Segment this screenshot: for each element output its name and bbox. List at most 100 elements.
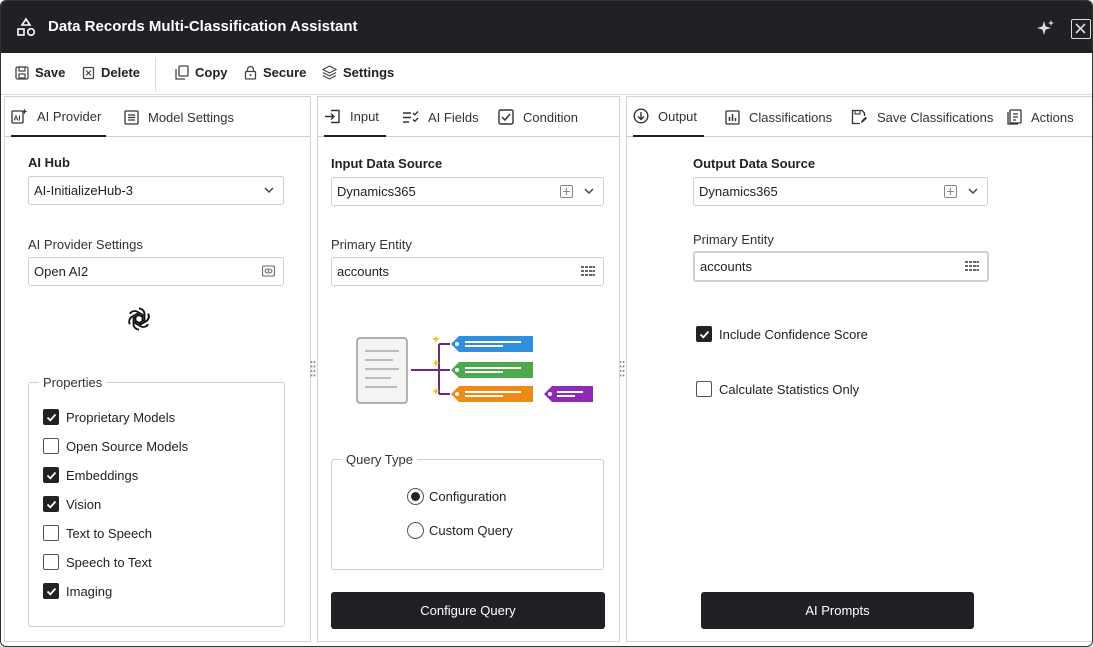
checkbox-box (43, 525, 59, 541)
primary-entity-value: accounts (337, 264, 390, 279)
checkbox-label: Calculate Statistics Only (719, 381, 860, 397)
checkbox-imaging[interactable]: Imaging (43, 583, 112, 599)
tab-input[interactable]: Input (324, 97, 386, 137)
output-primary-entity-field[interactable]: accounts (693, 251, 989, 282)
properties-legend: Properties (39, 375, 107, 390)
primary-entity-field[interactable]: accounts (331, 257, 604, 286)
radio-custom-query[interactable]: Custom Query (407, 522, 513, 539)
checkbox-calculate-statistics-only[interactable]: Calculate Statistics Only (696, 381, 859, 397)
tab-model-settings[interactable]: Model Settings (124, 97, 234, 137)
openai-logo-icon (128, 307, 150, 331)
tab-output[interactable]: Output (633, 97, 705, 137)
copy-icon (175, 65, 189, 80)
ai-provider-settings-label: AI Provider Settings (28, 237, 143, 252)
ai-hub-select[interactable]: AI-InitializeHub-3 (28, 176, 284, 205)
checkbox-box (696, 381, 712, 397)
check-icon (46, 413, 56, 422)
query-type-group (331, 459, 604, 570)
window-title: Data Records Multi-Classification Assist… (48, 18, 358, 35)
plus-square-icon[interactable] (560, 185, 573, 198)
radio-label: Custom Query (429, 523, 513, 538)
checkbox-box (43, 409, 59, 425)
settings-button[interactable]: Settings (322, 65, 394, 80)
input-data-source-select[interactable]: Dynamics365 (331, 177, 604, 206)
ai-sparkle-icon[interactable] (1036, 18, 1056, 38)
checkbox-square-icon (498, 109, 514, 125)
checkbox-box (43, 554, 59, 570)
checkbox-proprietary-models[interactable]: Proprietary Models (43, 409, 175, 425)
input-data-source-label: Input Data Source (331, 156, 443, 171)
lock-icon (244, 65, 257, 80)
tab-condition-label: Condition (523, 109, 578, 125)
check-icon (46, 587, 56, 596)
chevron-down-icon (968, 188, 978, 195)
checkbox-embeddings[interactable]: Embeddings (43, 467, 138, 483)
keypad-grid-icon[interactable] (965, 260, 979, 272)
left-tab-bar: AI AI Provider Model Settings (5, 97, 310, 137)
copy-label: Copy (195, 65, 228, 80)
close-button[interactable] (1071, 19, 1091, 39)
sign-in-icon (325, 109, 340, 123)
save-button[interactable]: Save (15, 65, 65, 80)
svg-text:AI: AI (14, 115, 21, 122)
checkbox-text-to-speech[interactable]: Text to Speech (43, 525, 152, 541)
eye-card-icon[interactable] (262, 265, 275, 277)
tab-ai-provider-label: AI Provider (37, 108, 102, 124)
document-list-icon (1007, 109, 1022, 125)
tab-actions-label: Actions (1031, 109, 1074, 125)
tab-ai-fields-label: AI Fields (428, 109, 479, 125)
output-primary-entity-label: Primary Entity (693, 232, 774, 247)
tab-actions[interactable]: Actions (1007, 97, 1074, 137)
tab-condition[interactable]: Condition (498, 97, 578, 137)
splitter-grip-icon[interactable] (310, 360, 316, 378)
checkbox-label: Text to Speech (66, 525, 152, 541)
output-data-source-select[interactable]: Dynamics365 (693, 177, 988, 206)
checkbox-label: Vision (66, 496, 102, 512)
download-circle-icon (633, 108, 649, 124)
checkbox-label: Proprietary Models (66, 409, 176, 425)
check-icon (46, 471, 56, 480)
configure-query-button[interactable]: Configure Query (331, 592, 605, 629)
input-data-source-value: Dynamics365 (337, 184, 416, 199)
ai-provider-settings-value: Open AI2 (34, 264, 89, 279)
tab-save-classifications-label: Save Classifications (877, 109, 994, 125)
ai-provider-settings-field[interactable]: Open AI2 (28, 257, 284, 286)
primary-entity-label: Primary Entity (331, 237, 412, 252)
output-primary-entity-value: accounts (700, 259, 753, 274)
tab-save-classifications[interactable]: Save Classifications (851, 97, 993, 137)
checkbox-include-confidence-score[interactable]: Include Confidence Score (696, 326, 868, 342)
save-icon (15, 65, 29, 80)
tab-model-settings-label: Model Settings (148, 109, 234, 125)
checkbox-speech-to-text[interactable]: Speech to Text (43, 554, 152, 570)
checkbox-box (43, 467, 59, 483)
shapes-logo-icon (17, 17, 36, 37)
output-data-source-value: Dynamics365 (699, 184, 778, 199)
classification-illustration (356, 335, 593, 404)
secure-button[interactable]: Secure (244, 65, 306, 80)
tab-ai-fields[interactable]: AI Fields (402, 97, 479, 137)
keypad-grid-icon[interactable] (581, 265, 595, 277)
bar-chart-icon (725, 109, 740, 125)
app-window: Data Records Multi-Classification Assist… (0, 0, 1093, 647)
checkbox-vision[interactable]: Vision (43, 496, 101, 512)
checkbox-label: Embeddings (66, 467, 139, 483)
delete-icon (82, 66, 95, 79)
toolbar-divider (155, 58, 156, 92)
delete-button[interactable]: Delete (82, 65, 140, 80)
ai-prompts-button[interactable]: AI Prompts (701, 592, 974, 629)
radio-circle (407, 522, 424, 539)
right-tab-bar: Output Classifications Save Classificati… (627, 97, 1092, 137)
ai-sparkle-doc-icon: AI (11, 108, 28, 124)
ai-hub-value: AI-InitializeHub-3 (34, 183, 133, 198)
copy-button[interactable]: Copy (175, 65, 228, 80)
checkbox-label: Imaging (66, 583, 113, 599)
settings-label: Settings (343, 65, 395, 80)
chevron-down-icon (264, 187, 274, 194)
checkbox-open-source-models[interactable]: Open Source Models (43, 438, 188, 454)
tab-ai-provider[interactable]: AI AI Provider (11, 97, 107, 137)
checkbox-label: Open Source Models (66, 438, 189, 454)
list-box-icon (124, 109, 139, 125)
radio-configuration[interactable]: Configuration (407, 488, 506, 505)
tab-classifications[interactable]: Classifications (725, 97, 832, 137)
plus-square-icon[interactable] (944, 185, 957, 198)
